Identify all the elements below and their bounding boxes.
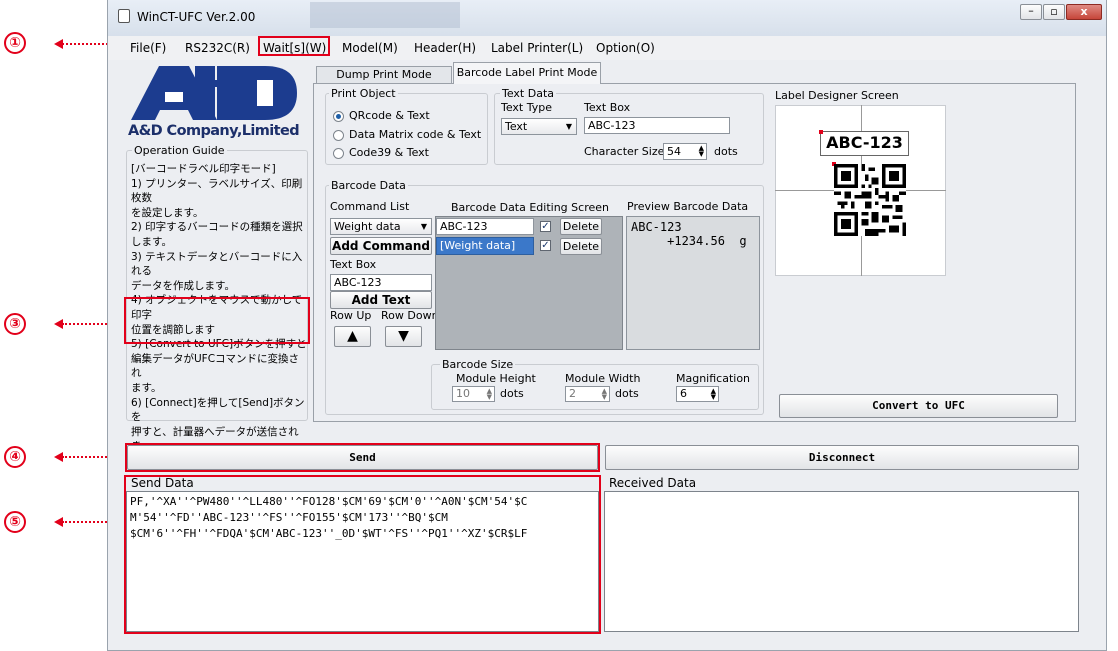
row-down-label: Row Down bbox=[381, 309, 439, 322]
callout-1-leader bbox=[62, 43, 108, 45]
radio-qrcode-label: QRcode & Text bbox=[349, 109, 430, 122]
maximize-button[interactable]: ▫ bbox=[1043, 4, 1065, 20]
callout-5: ⑤ bbox=[4, 511, 26, 533]
barcode-data-title: Barcode Data bbox=[329, 179, 408, 192]
text-type-value: Text bbox=[505, 120, 528, 133]
disconnect-button[interactable]: Disconnect bbox=[605, 445, 1079, 470]
arrow-up-icon: ▲ bbox=[347, 328, 358, 344]
text-data-title: Text Data bbox=[500, 87, 557, 100]
arrow-down-icon: ▼ bbox=[398, 328, 409, 344]
barcode-size-title: Barcode Size bbox=[440, 358, 516, 371]
app-icon bbox=[118, 9, 130, 23]
module-height-stepper[interactable]: 10 ▲ ▼ bbox=[452, 386, 495, 402]
command-list-value: Weight data bbox=[334, 220, 401, 233]
tab-barcode-label-print-mode[interactable]: Barcode Label Print Mode bbox=[453, 62, 601, 84]
callout-1: ① bbox=[4, 32, 26, 54]
minimize-button[interactable]: – bbox=[1020, 4, 1042, 20]
received-data-title: Received Data bbox=[609, 476, 697, 490]
character-size-stepper[interactable]: 54 ▲ ▼ bbox=[663, 143, 707, 160]
chevron-down-icon: ▼ bbox=[420, 222, 427, 231]
row-up-button[interactable]: ▲ bbox=[334, 326, 371, 347]
command-list-select[interactable]: Weight data ▼ bbox=[330, 218, 432, 235]
callout-3: ③ bbox=[4, 313, 26, 335]
spin-arrows-icon[interactable]: ▲ ▼ bbox=[699, 145, 704, 158]
designer-handle[interactable] bbox=[819, 130, 823, 134]
send-data-highlight bbox=[124, 475, 601, 634]
module-width-unit: dots bbox=[615, 387, 639, 400]
edit-row-2-checkbox[interactable]: ✓ bbox=[540, 240, 551, 251]
menu-option[interactable]: Option(O) bbox=[596, 41, 655, 55]
module-width-label: Module Width bbox=[565, 372, 641, 385]
menu-label-printer[interactable]: Label Printer(L) bbox=[491, 41, 583, 55]
add-command-button[interactable]: Add Command bbox=[330, 237, 432, 255]
menu-header[interactable]: Header(H) bbox=[414, 41, 476, 55]
module-height-label: Module Height bbox=[456, 372, 536, 385]
convert-to-ufc-button[interactable]: Convert to UFC bbox=[779, 394, 1058, 418]
spin-arrows-icon[interactable]: ▲ ▼ bbox=[487, 388, 492, 401]
module-width-value: 2 bbox=[569, 387, 576, 400]
title-bar-blur bbox=[310, 2, 460, 28]
text-type-label: Text Type bbox=[501, 101, 553, 114]
window-title: WinCT-UFC Ver.2.00 bbox=[137, 10, 256, 24]
label-designer-title: Label Designer Screen bbox=[775, 89, 899, 102]
text-type-select[interactable]: Text ▼ bbox=[501, 118, 577, 135]
radio-code39-label: Code39 & Text bbox=[349, 146, 429, 159]
designer-text-object[interactable]: ABC-123 bbox=[820, 131, 909, 156]
radio-data-matrix-label: Data Matrix code & Text bbox=[349, 128, 482, 141]
preview-barcode-data: ABC-123 +1234.56 g bbox=[626, 216, 760, 350]
text-box-label: Text Box bbox=[584, 101, 631, 114]
module-height-value: 10 bbox=[456, 387, 470, 400]
edit-row-2-delete-button[interactable]: Delete bbox=[560, 238, 602, 255]
close-button[interactable]: x bbox=[1066, 4, 1102, 20]
spin-arrows-icon[interactable]: ▲ ▼ bbox=[602, 388, 607, 401]
character-size-label: Character Size bbox=[584, 145, 665, 158]
edit-row-2-text[interactable]: [Weight data] bbox=[436, 237, 534, 255]
barcode-text-box-input[interactable]: ABC-123 bbox=[330, 274, 432, 291]
send-button-highlight bbox=[125, 443, 600, 472]
edit-row-1-checkbox[interactable]: ✓ bbox=[540, 221, 551, 232]
guide-step5-highlight bbox=[124, 297, 310, 344]
module-height-unit: dots bbox=[500, 387, 524, 400]
command-list-label: Command List bbox=[330, 200, 410, 213]
text-box-input[interactable]: ABC-123 bbox=[584, 117, 730, 134]
print-object-title: Print Object bbox=[329, 87, 398, 100]
company-logo bbox=[131, 66, 297, 120]
radio-code39[interactable] bbox=[333, 148, 344, 159]
received-data-textarea[interactable] bbox=[604, 491, 1079, 632]
tab-dump-print-mode[interactable]: Dump Print Mode bbox=[316, 66, 452, 83]
menu-rs232c[interactable]: RS232C(R) bbox=[185, 41, 250, 55]
radio-qrcode[interactable] bbox=[333, 111, 344, 122]
barcode-text-box-label: Text Box bbox=[330, 258, 377, 271]
character-size-unit: dots bbox=[714, 145, 738, 158]
add-text-button[interactable]: Add Text bbox=[330, 291, 432, 309]
menu-model[interactable]: Model(M) bbox=[342, 41, 398, 55]
edit-row-1-text[interactable]: ABC-123 bbox=[436, 218, 534, 235]
editing-screen-title: Barcode Data Editing Screen bbox=[451, 201, 609, 214]
magnification-stepper[interactable]: 6 ▲ ▼ bbox=[676, 386, 719, 402]
chevron-down-icon: ▼ bbox=[565, 122, 572, 131]
magnification-value: 6 bbox=[680, 387, 687, 400]
row-down-button[interactable]: ▼ bbox=[385, 326, 422, 347]
radio-data-matrix[interactable] bbox=[333, 130, 344, 141]
module-width-stepper[interactable]: 2 ▲ ▼ bbox=[565, 386, 610, 402]
preview-barcode-title: Preview Barcode Data bbox=[627, 200, 749, 213]
company-name: A&D Company,Limited bbox=[128, 123, 300, 139]
operation-guide-title: Operation Guide bbox=[132, 144, 227, 157]
row-up-label: Row Up bbox=[330, 309, 372, 322]
edit-row-1-delete-button[interactable]: Delete bbox=[560, 218, 602, 235]
magnification-label: Magnification bbox=[676, 372, 751, 385]
callout-4: ④ bbox=[4, 446, 26, 468]
qr-code-image[interactable] bbox=[834, 164, 906, 236]
title-bar bbox=[108, 0, 1106, 36]
wait-menu-highlight bbox=[258, 36, 330, 56]
character-size-value: 54 bbox=[667, 145, 681, 158]
spin-arrows-icon[interactable]: ▲ ▼ bbox=[711, 388, 716, 401]
menu-file[interactable]: File(F) bbox=[130, 41, 166, 55]
